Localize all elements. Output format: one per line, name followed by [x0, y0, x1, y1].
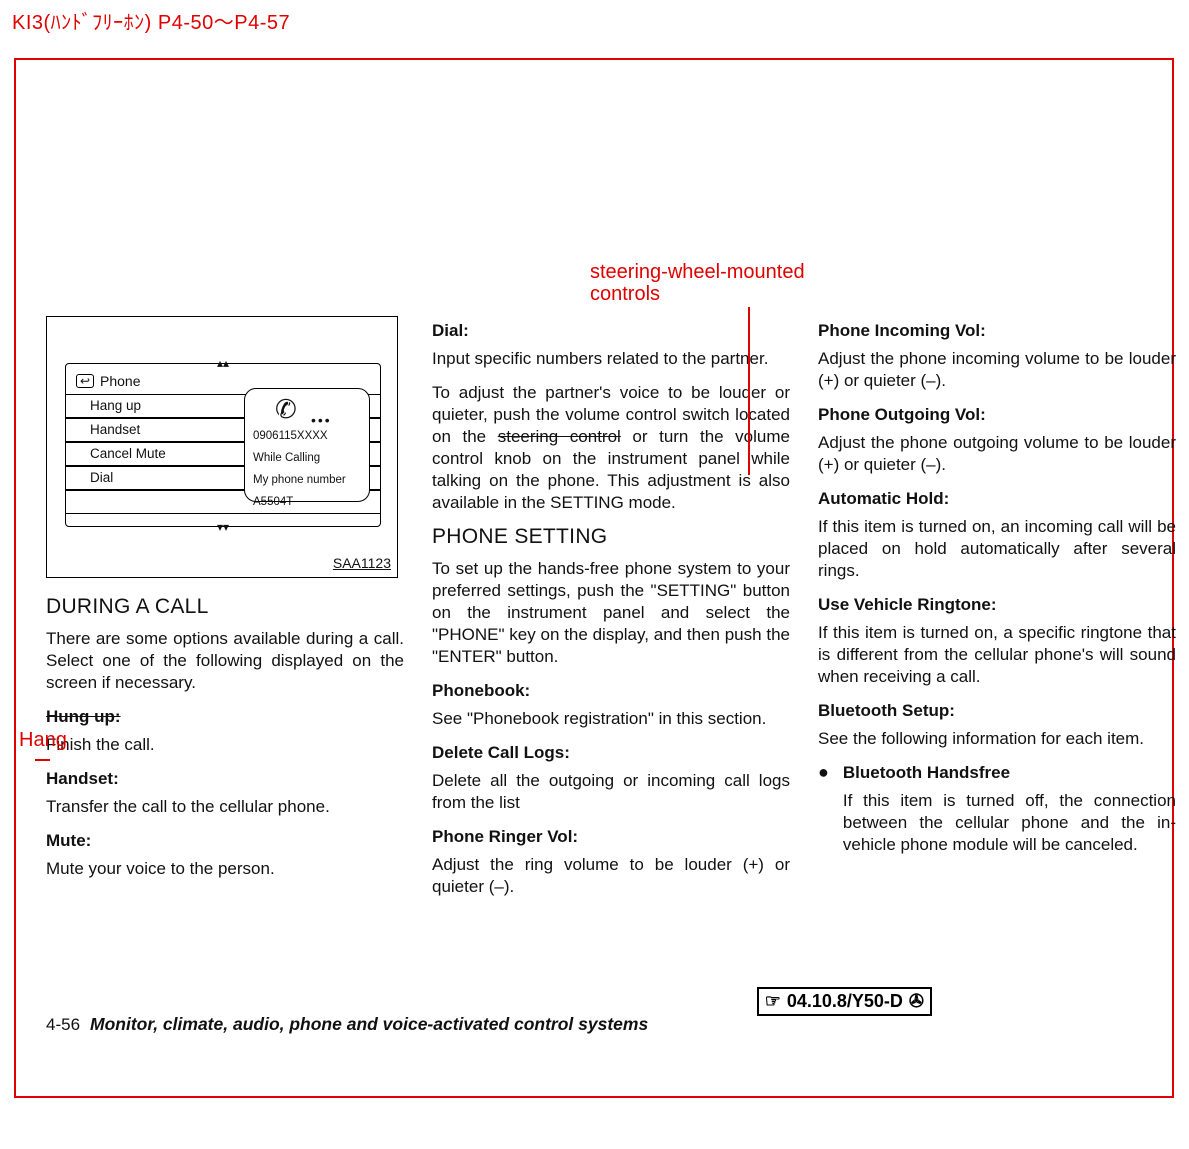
scroll-up-indicator: ▴▴ [217, 352, 229, 374]
paragraph: Adjust the phone outgoing volume to be l… [818, 432, 1176, 476]
paragraph: If this item is turned on, an incoming c… [818, 516, 1176, 582]
page-footer: 4-56 Monitor, climate, audio, phone and … [46, 1013, 648, 1036]
annotation-hang-leader [35, 759, 50, 761]
call-number: 0906115XXXX [253, 425, 361, 447]
chapter-title: Monitor, climate, audio, phone and voice… [90, 1013, 648, 1035]
paragraph-with-correction: To adjust the partner's voice to be loud… [432, 382, 790, 514]
paragraph: Adjust the phone incoming volume to be l… [818, 348, 1176, 392]
section-heading: DURING A CALL [46, 596, 404, 618]
paragraph: See the following information for each i… [818, 728, 1176, 750]
item-title: Phone Ringer Vol: [432, 826, 790, 848]
page-content: ▴▴ ↩ Phone Hang up Handset Cancel Mute D… [46, 316, 1176, 1036]
item-title: Mute: [46, 830, 404, 852]
paragraph: Delete all the outgoing or incoming call… [432, 770, 790, 814]
menu-item: Cancel Mute [66, 443, 166, 465]
column-1: ▴▴ ↩ Phone Hang up Handset Cancel Mute D… [46, 316, 404, 1036]
section-heading: PHONE SETTING [432, 526, 790, 548]
coil-icon: ✇ [909, 991, 924, 1012]
scroll-down-indicator: ▾▾ [217, 516, 229, 538]
item-title: Phone Incoming Vol: [818, 320, 1176, 342]
paragraph: Mute your voice to the person. [46, 858, 404, 880]
column-3: Phone Incoming Vol: Adjust the phone inc… [818, 316, 1176, 1036]
paragraph: If this item is turned on, a specific ri… [818, 622, 1176, 688]
bullet-item: ● Bluetooth Handsfree If this item is tu… [818, 762, 1176, 856]
pointer-icon: ☞ [765, 991, 781, 1012]
paragraph: Finish the call. [46, 734, 404, 756]
item-title: Phonebook: [432, 680, 790, 702]
screen-header: ↩ Phone [76, 370, 140, 392]
my-number: A5504T [253, 491, 361, 513]
bullet-title: Bluetooth Handsfree [843, 762, 1176, 784]
struck-text: steering control [498, 427, 621, 446]
paragraph: Transfer the call to the cellular phone. [46, 796, 404, 818]
paragraph: Input specific numbers related to the pa… [432, 348, 790, 370]
item-title: Delete Call Logs: [432, 742, 790, 764]
screen-title: Phone [100, 370, 140, 392]
paragraph: There are some options available during … [46, 628, 404, 694]
revision-stamp: ☞ 04.10.8/Y50-D ✇ [757, 987, 932, 1016]
item-title: Bluetooth Setup: [818, 700, 1176, 722]
back-arrow-icon: ↩ [76, 374, 94, 388]
item-title: Hung up: [46, 706, 404, 728]
signal-dots-icon: ••• [311, 409, 332, 431]
item-title: Dial: [432, 320, 790, 342]
call-status: While Calling [253, 447, 361, 469]
page-header-annotation: KI3(ﾊﾝﾄﾞﾌﾘｰﾎﾝ) P4-50～P4-57 [12, 6, 290, 35]
item-title: Use Vehicle Ringtone: [818, 594, 1176, 616]
paragraph: Adjust the ring volume to be louder (+) … [432, 854, 790, 898]
call-info-box: ✆ ••• 0906115XXXX While Calling My phone… [244, 388, 370, 502]
page-border: steering-wheel-mounted controls Hang ▴▴ … [14, 58, 1174, 1098]
menu-item: Handset [66, 419, 140, 441]
column-2: Dial: Input specific numbers related to … [432, 316, 790, 1036]
item-title: Phone Outgoing Vol: [818, 404, 1176, 426]
annotation-steering-leader [748, 307, 750, 475]
paragraph: To set up the hands-free phone system to… [432, 558, 790, 668]
stamp-text: 04.10.8/Y50-D [787, 991, 903, 1012]
page-number: 4-56 [46, 1014, 80, 1036]
item-title: Automatic Hold: [818, 488, 1176, 510]
figure-phone-screen: ▴▴ ↩ Phone Hang up Handset Cancel Mute D… [46, 316, 398, 578]
bullet-dot-icon: ● [818, 762, 829, 856]
my-number-label: My phone number [253, 469, 361, 491]
in-car-screen: ▴▴ ↩ Phone Hang up Handset Cancel Mute D… [65, 363, 381, 527]
menu-item: Hang up [66, 395, 141, 417]
paragraph: See "Phonebook registration" in this sec… [432, 708, 790, 730]
item-title: Handset: [46, 768, 404, 790]
annotation-steering: steering-wheel-mounted controls [590, 261, 805, 305]
bullet-paragraph: If this item is turned off, the connec­t… [843, 790, 1176, 856]
menu-item: Dial [66, 467, 113, 489]
annotation-hang: Hang [19, 729, 67, 752]
figure-id: SAA1123 [333, 552, 391, 574]
